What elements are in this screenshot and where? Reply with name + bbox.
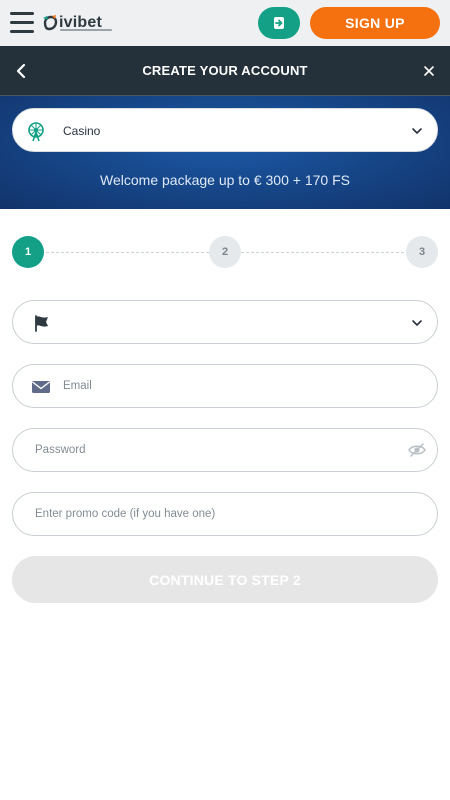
- password-field[interactable]: Password: [12, 428, 438, 472]
- email-placeholder: Email: [63, 380, 92, 392]
- logo[interactable]: ivibet: [42, 10, 112, 36]
- login-icon: [274, 17, 284, 29]
- welcome-banner: Casino Welcome package up to € 300 + 170…: [0, 96, 450, 209]
- close-icon[interactable]: [422, 64, 436, 78]
- welcome-text: Welcome package up to € 300 + 170 FS: [100, 172, 350, 188]
- step-3: 3: [406, 236, 438, 268]
- chevron-down-icon: [412, 128, 422, 134]
- password-placeholder: Password: [35, 444, 86, 456]
- logo-mark-icon: [42, 15, 58, 31]
- modal-title-bar: CREATE YOUR ACCOUNT: [0, 46, 450, 96]
- product-select-value: Casino: [63, 124, 101, 138]
- promo-code-placeholder: Enter promo code (if you have one): [35, 508, 216, 520]
- envelope-icon: [32, 381, 50, 393]
- ferris-wheel-icon: [28, 122, 44, 142]
- promo-code-field[interactable]: Enter promo code (if you have one): [12, 492, 438, 536]
- logo-tagline: [60, 29, 112, 31]
- chevron-down-icon: [412, 320, 422, 326]
- email-field[interactable]: Email: [12, 364, 438, 408]
- page-title: CREATE YOUR ACCOUNT: [142, 63, 308, 78]
- country-select[interactable]: [12, 300, 438, 344]
- top-bar: ivibet SIGN UP: [0, 0, 450, 46]
- step-2: 2: [209, 236, 241, 268]
- step-indicator: 1 2 3: [12, 236, 438, 268]
- signup-button[interactable]: SIGN UP: [310, 7, 440, 39]
- login-button[interactable]: [258, 7, 300, 39]
- product-select[interactable]: Casino: [12, 108, 438, 152]
- flag-icon: [35, 315, 48, 332]
- step-1: 1: [12, 236, 44, 268]
- eye-slash-icon[interactable]: [408, 442, 426, 458]
- continue-button[interactable]: CONTINUE TO STEP 2: [12, 556, 438, 603]
- hamburger-icon[interactable]: [10, 12, 34, 34]
